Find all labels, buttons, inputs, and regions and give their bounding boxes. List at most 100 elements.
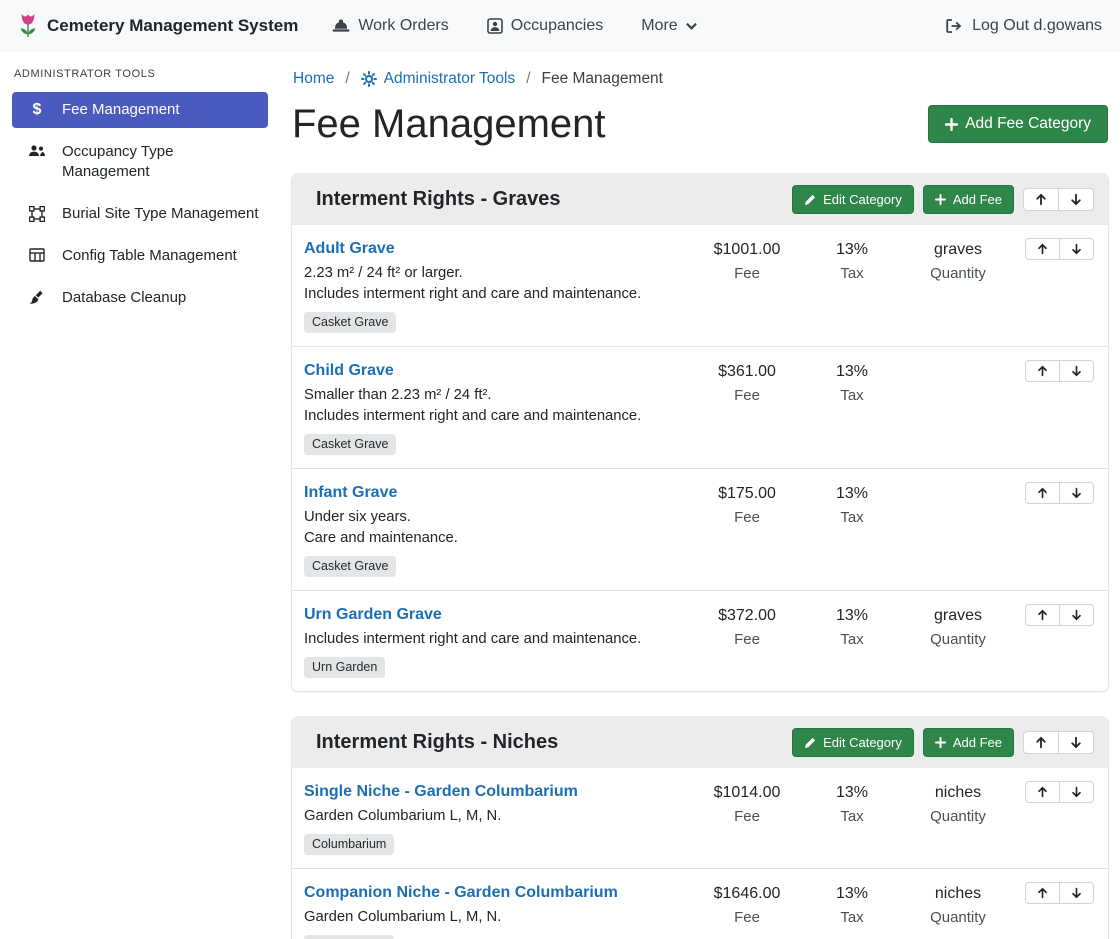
arrow-up-icon xyxy=(1037,609,1048,621)
gear-icon xyxy=(361,71,377,87)
move-category-up-button[interactable] xyxy=(1023,731,1059,754)
move-fee-up-button[interactable] xyxy=(1025,482,1060,504)
sidebar-item-label: Burial Site Type Management xyxy=(62,204,259,224)
fee-description: Includes interment right and care and ma… xyxy=(304,284,682,305)
fee-name-link[interactable]: Single Niche - Garden Columbarium xyxy=(304,781,578,803)
breadcrumb-current: Fee Management xyxy=(542,70,664,88)
nav-work-orders[interactable]: Work Orders xyxy=(332,17,448,35)
move-fee-down-button[interactable] xyxy=(1059,238,1094,260)
move-fee-up-button[interactable] xyxy=(1025,604,1060,626)
arrow-up-icon xyxy=(1035,193,1047,206)
move-category-down-button[interactable] xyxy=(1058,731,1094,754)
fee-amount: $361.00Fee xyxy=(682,360,812,407)
move-fee-down-button[interactable] xyxy=(1059,781,1094,803)
move-fee-up-button[interactable] xyxy=(1025,882,1060,904)
fee-row: Companion Niche - Garden Columbarium Gar… xyxy=(292,869,1108,939)
fee-amount: $175.00Fee xyxy=(682,482,812,529)
fee-description: Smaller than 2.23 m² / 24 ft². xyxy=(304,385,682,406)
sidebar-item-database-cleanup[interactable]: Database Cleanup xyxy=(12,280,268,316)
move-fee-up-button[interactable] xyxy=(1025,781,1060,803)
fee-name-link[interactable]: Companion Niche - Garden Columbarium xyxy=(304,882,618,904)
arrow-down-icon xyxy=(1071,243,1082,255)
pencil-icon xyxy=(804,194,816,206)
page-title: Fee Management xyxy=(292,100,606,148)
fee-tax: 13%Tax xyxy=(812,604,892,651)
fee-reorder-buttons xyxy=(1025,882,1094,904)
chevron-down-icon xyxy=(686,22,697,30)
sidebar-item-config-table-management[interactable]: Config Table Management xyxy=(12,238,268,274)
add-fee-category-button[interactable]: Add Fee Category xyxy=(928,105,1108,143)
move-fee-down-button[interactable] xyxy=(1059,360,1094,382)
fee-amount: $1646.00Fee xyxy=(682,882,812,929)
fee-quantity xyxy=(892,482,1024,485)
fee-description: Garden Columbarium L, M, N. xyxy=(304,806,682,827)
arrow-down-icon xyxy=(1070,193,1082,206)
nav-occupancies-label: Occupancies xyxy=(511,17,604,35)
edit-category-button[interactable]: Edit Category xyxy=(792,185,914,214)
fee-name-link[interactable]: Urn Garden Grave xyxy=(304,604,442,626)
arrow-up-icon xyxy=(1037,786,1048,798)
breadcrumb-admin-tools-link[interactable]: Administrator Tools xyxy=(361,70,516,88)
tulip-logo-icon xyxy=(18,12,38,40)
nav-more[interactable]: More xyxy=(641,17,696,35)
logout-button[interactable]: Log Out d.gowans xyxy=(945,17,1102,35)
nav-occupancies[interactable]: Occupancies xyxy=(487,17,604,35)
fee-description: Care and maintenance. xyxy=(304,528,682,549)
fee-type-badge: Columbarium xyxy=(304,935,394,939)
sidebar-item-label: Config Table Management xyxy=(62,246,237,266)
fee-row: Child Grave Smaller than 2.23 m² / 24 ft… xyxy=(292,347,1108,469)
category-card-graves: Interment Rights - Graves Edit Category … xyxy=(292,174,1108,691)
sidebar-item-burial-site-type-management[interactable]: Burial Site Type Management xyxy=(12,196,268,232)
dollar-icon: $ xyxy=(26,102,48,118)
move-fee-up-button[interactable] xyxy=(1025,360,1060,382)
move-category-up-button[interactable] xyxy=(1023,188,1059,211)
breadcrumb-home-link[interactable]: Home xyxy=(293,70,334,88)
move-fee-down-button[interactable] xyxy=(1059,604,1094,626)
fee-name-link[interactable]: Adult Grave xyxy=(304,238,395,260)
arrow-up-icon xyxy=(1037,243,1048,255)
fee-quantity xyxy=(892,360,1024,363)
fee-tax: 13%Tax xyxy=(812,882,892,929)
fee-description: 2.23 m² / 24 ft² or larger. xyxy=(304,263,682,284)
sidebar-item-occupancy-type-management[interactable]: Occupancy Type Management xyxy=(12,134,268,190)
arrow-down-icon xyxy=(1071,487,1082,499)
edit-category-button[interactable]: Edit Category xyxy=(792,728,914,757)
main-content: Home / Administrator Tools xyxy=(280,52,1120,939)
fee-reorder-buttons xyxy=(1025,482,1094,504)
arrow-up-icon xyxy=(1035,736,1047,749)
fee-row: Urn Garden Grave Includes interment righ… xyxy=(292,591,1108,691)
fee-tax: 13%Tax xyxy=(812,360,892,407)
category-card-niches: Interment Rights - Niches Edit Category … xyxy=(292,717,1108,939)
fee-reorder-buttons xyxy=(1025,781,1094,803)
add-fee-button[interactable]: Add Fee xyxy=(923,185,1014,214)
fee-tax: 13%Tax xyxy=(812,482,892,529)
sidebar-item-fee-management[interactable]: $ Fee Management xyxy=(12,92,268,128)
fee-name-link[interactable]: Child Grave xyxy=(304,360,394,382)
arrow-down-icon xyxy=(1071,887,1082,899)
hard-hat-icon xyxy=(332,18,350,34)
arrow-down-icon xyxy=(1071,786,1082,798)
fee-quantity: gravesQuantity xyxy=(892,604,1024,651)
fee-row: Adult Grave 2.23 m² / 24 ft² or larger. … xyxy=(292,225,1108,347)
users-icon xyxy=(26,144,48,158)
move-category-down-button[interactable] xyxy=(1058,188,1094,211)
nav-items: Work Orders Occupancies More xyxy=(332,17,696,35)
fee-type-badge: Columbarium xyxy=(304,834,394,855)
move-fee-down-button[interactable] xyxy=(1059,882,1094,904)
sidebar: Administrator Tools $ Fee Management Occ… xyxy=(0,52,280,336)
fee-description: Includes interment right and care and ma… xyxy=(304,406,682,427)
sidebar-item-label: Occupancy Type Management xyxy=(62,142,260,182)
fee-description: Garden Columbarium L, M, N. xyxy=(304,907,682,928)
move-fee-up-button[interactable] xyxy=(1025,238,1060,260)
fee-name-link[interactable]: Infant Grave xyxy=(304,482,397,504)
arrow-up-icon xyxy=(1037,365,1048,377)
app-brand[interactable]: Cemetery Management System xyxy=(18,12,298,40)
plus-icon xyxy=(935,194,946,205)
fee-type-badge: Urn Garden xyxy=(304,657,385,678)
move-fee-down-button[interactable] xyxy=(1059,482,1094,504)
category-title: Interment Rights - Niches xyxy=(316,731,783,754)
fee-amount: $372.00Fee xyxy=(682,604,812,651)
add-fee-button[interactable]: Add Fee xyxy=(923,728,1014,757)
fee-type-badge: Casket Grave xyxy=(304,434,396,455)
fee-description: Includes interment right and care and ma… xyxy=(304,629,682,650)
